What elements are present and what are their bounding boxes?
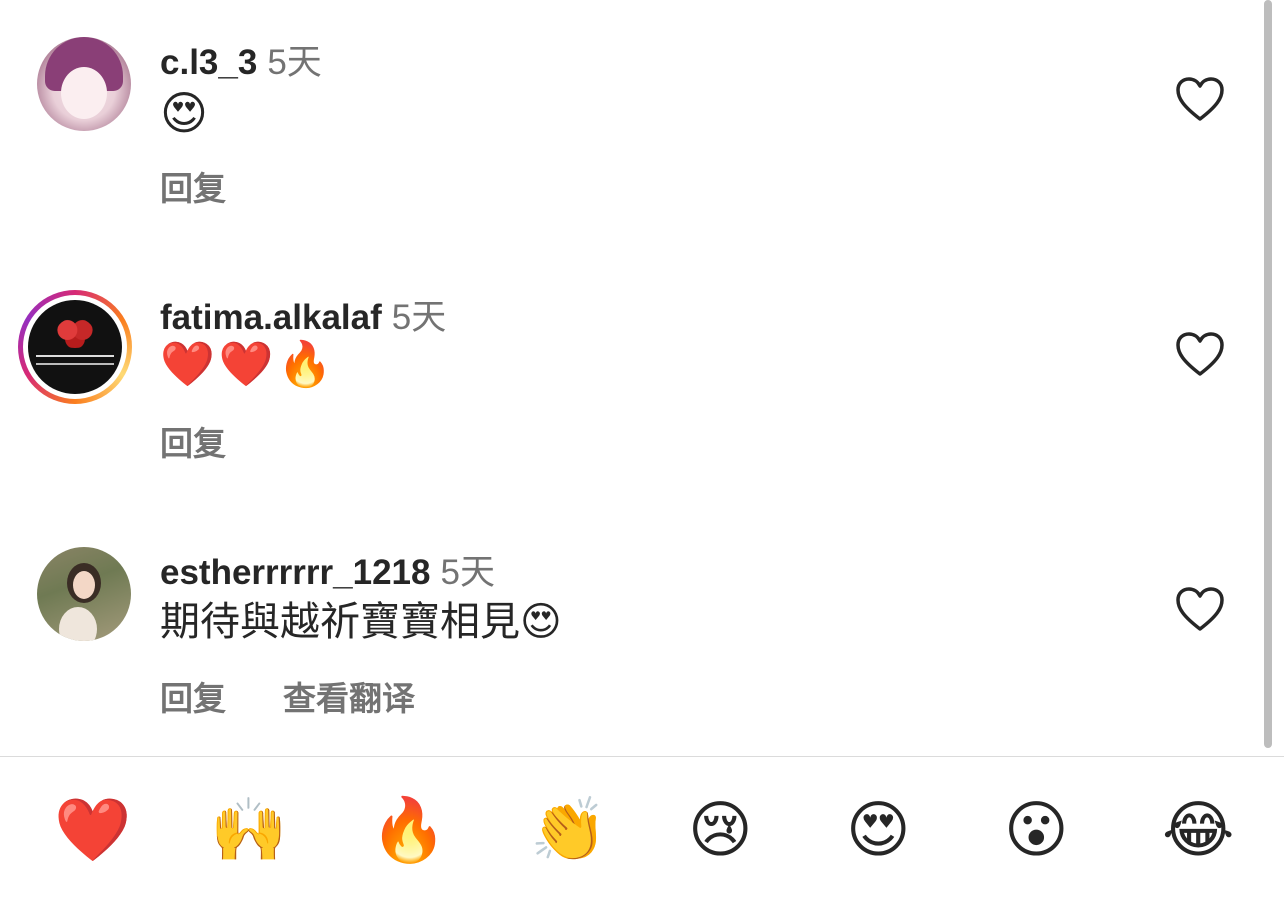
avatar[interactable] xyxy=(37,37,131,131)
reply-button[interactable]: 回复 xyxy=(160,162,226,210)
comment-text: 期待與越祈寶寶相見😍 xyxy=(160,599,562,645)
username[interactable]: c.l3_3 xyxy=(160,43,257,82)
avatar[interactable] xyxy=(37,547,131,641)
heart-outline-icon[interactable] xyxy=(1175,586,1225,632)
heart-outline-icon[interactable] xyxy=(1175,76,1225,122)
comment-time: 5天 xyxy=(267,43,322,82)
comment-item: c.l3_3 5天 😍 回复 xyxy=(0,0,1284,208)
comment-header: c.l3_3 5天 xyxy=(160,34,322,85)
comment-item: estherrrrrr_1218 5天 期待與越祈寶寶相見😍 回复 查看翻译 xyxy=(0,510,1284,718)
comment-text: ❤️❤️🔥 xyxy=(160,339,337,390)
reaction-fire[interactable]: 🔥 xyxy=(370,799,447,861)
reaction-crying-face[interactable]: 😢 xyxy=(688,799,753,861)
heart-outline-icon[interactable] xyxy=(1175,331,1225,377)
see-translation-button[interactable]: 查看翻译 xyxy=(283,672,415,720)
reaction-clapping-hands[interactable]: 👏 xyxy=(530,799,607,861)
comment-time: 5天 xyxy=(391,298,447,337)
reaction-raising-hands[interactable]: 🙌 xyxy=(210,799,287,861)
username[interactable]: estherrrrrr_1218 xyxy=(160,553,430,592)
comment-item: fatima.alkalaf 5天 ❤️❤️🔥 回复 xyxy=(0,255,1284,463)
reaction-tears-of-joy[interactable]: 😂 xyxy=(1162,799,1234,861)
reaction-heart[interactable]: ❤️ xyxy=(54,799,131,861)
comment-time: 5天 xyxy=(440,553,495,592)
reaction-heart-eyes[interactable]: 😍 xyxy=(846,799,911,861)
reply-button[interactable]: 回复 xyxy=(160,672,226,720)
username[interactable]: fatima.alkalaf xyxy=(160,298,382,337)
reaction-surprised-face[interactable]: 😮 xyxy=(1004,799,1069,861)
quick-reaction-bar: ❤️ 🙌 🔥 👏 😢 😍 😮 😂 xyxy=(0,757,1284,906)
comment-text: 😍 xyxy=(160,86,208,140)
reply-button[interactable]: 回复 xyxy=(160,417,226,465)
comment-header: fatima.alkalaf 5天 xyxy=(160,289,446,340)
comment-header: estherrrrrr_1218 5天 xyxy=(160,544,495,595)
